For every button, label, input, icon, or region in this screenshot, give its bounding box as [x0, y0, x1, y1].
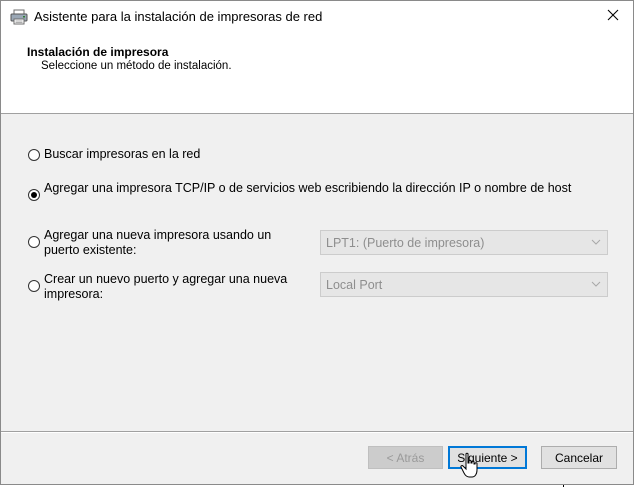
option-label: Buscar impresoras en la red [44, 147, 201, 161]
radio-search-network[interactable] [28, 149, 40, 161]
option-new-port[interactable]: Crear un nuevo puerto y agregar una nuev… [28, 272, 298, 302]
install-printer-wizard-window: Asistente para la instalación de impreso… [0, 0, 634, 485]
new-port-type-select[interactable]: Local Port [320, 272, 608, 297]
option-search-network[interactable]: Buscar impresoras en la red [28, 147, 200, 162]
close-button[interactable] [593, 1, 633, 33]
select-value: LPT1: (Puerto de impresora) [326, 236, 485, 250]
page-subtitle: Seleccione un método de instalación. [41, 60, 232, 72]
cancel-button[interactable]: Cancelar [541, 446, 617, 469]
wizard-header: Instalación de impresora Seleccione un m… [1, 33, 633, 114]
chevron-down-icon [590, 236, 602, 248]
radio-tcpip[interactable] [28, 189, 40, 201]
existing-port-select[interactable]: LPT1: (Puerto de impresora) [320, 230, 608, 255]
footer-divider-highlight [1, 432, 633, 433]
radio-new-port[interactable] [28, 280, 40, 292]
radio-existing-port[interactable] [28, 236, 40, 248]
printer-icon [10, 9, 28, 25]
back-button[interactable]: < Atrás [368, 446, 443, 469]
option-existing-port[interactable]: Agregar una nueva impresora usando un pu… [28, 228, 298, 258]
hand-pointer-icon [459, 452, 481, 480]
page-title: Instalación de impresora [27, 45, 169, 59]
option-label: Crear un nuevo puerto y agregar una nuev… [44, 272, 288, 301]
close-icon [607, 8, 619, 26]
select-value: Local Port [326, 278, 383, 292]
title-bar: Asistente para la instalación de impreso… [1, 1, 633, 33]
option-label: Agregar una nueva impresora usando un pu… [44, 228, 272, 257]
option-label: Agregar una impresora TCP/IP o de servic… [44, 181, 572, 195]
chevron-down-icon [590, 278, 602, 290]
option-tcpip[interactable]: Agregar una impresora TCP/IP o de servic… [28, 181, 588, 201]
window-title: Asistente para la instalación de impreso… [34, 9, 323, 24]
